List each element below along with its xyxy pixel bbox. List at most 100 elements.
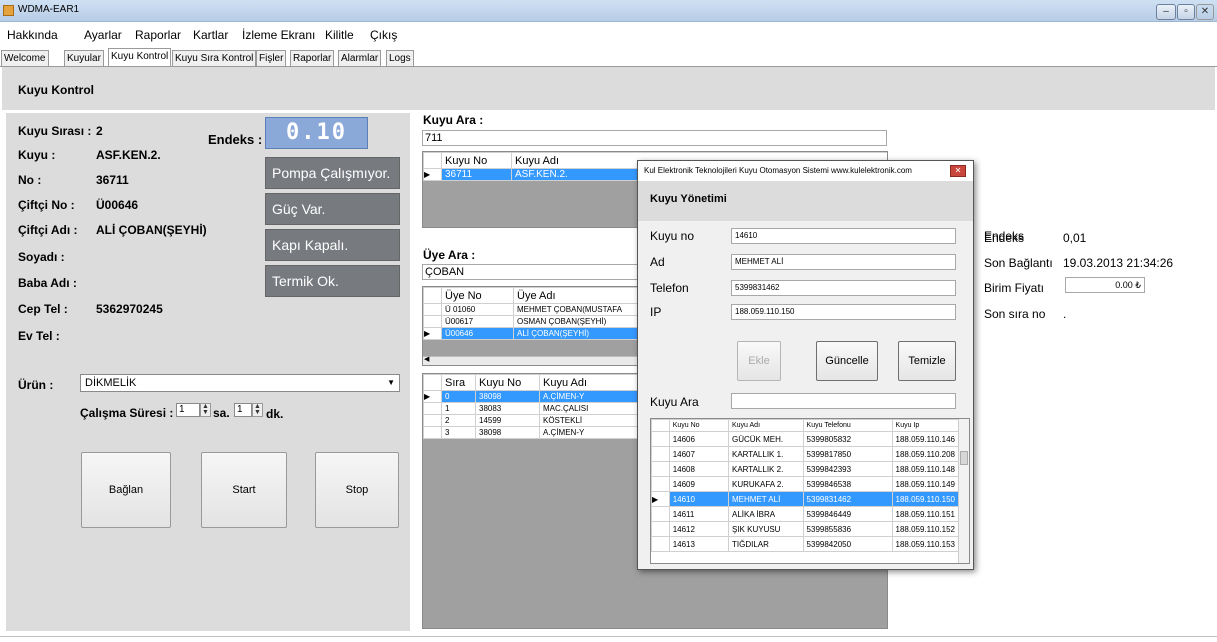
pompa-status: Pompa Çalışmıyor. (265, 157, 400, 189)
row-selector (651, 521, 670, 537)
menu-raporlar[interactable]: Raporlar (135, 28, 181, 42)
close-icon[interactable]: ✕ (950, 165, 966, 177)
cell: MEHMET ÇOBAN(MUSTAFA (513, 303, 641, 316)
col-sira[interactable]: Sıra (441, 374, 476, 391)
cell: 0 (441, 390, 476, 403)
page-header (2, 67, 1215, 110)
kuyu-info-panel (6, 113, 410, 631)
cell: 5399855836 (802, 521, 893, 537)
cell: 14612 (668, 521, 730, 537)
saat-spinner[interactable]: ▲ ▼ (200, 403, 211, 417)
telefon-input[interactable]: 5399831462 (731, 280, 956, 296)
dialog-kuyu-ara-input[interactable] (731, 393, 956, 409)
col-kuyu-no[interactable]: Kuyu No (475, 374, 540, 391)
table-row[interactable]: Ü 01060 MEHMET ÇOBAN(MUSTAFA (423, 303, 641, 316)
ad-input[interactable]: MEHMET ALİ (731, 254, 956, 270)
col-uye-no[interactable]: Üye No (441, 287, 514, 304)
table-row[interactable]: ▶ 14610 MEHMET ALİ 5399831462 188.059.110.15… (651, 491, 960, 507)
dakika-spinner[interactable]: ▲ ▼ (252, 403, 263, 417)
table-row[interactable]: Ü00617 OSMAN ÇOBAN(ŞEYHİ) (423, 315, 641, 328)
cell: ALİKA İBRA (728, 506, 804, 522)
menu-bar: Hakkında Ayarlar Raporlar Kartlar İzleme… (0, 28, 1217, 44)
scrollbar-thumb[interactable] (960, 451, 968, 465)
kuyu-ara-label: Kuyu Ara : (423, 113, 484, 127)
uye-ara-input[interactable]: ÇOBAN (422, 264, 642, 280)
menu-kilitle[interactable]: Kilitle (325, 28, 354, 42)
ekle-button[interactable]: Ekle (737, 341, 781, 381)
urun-label: Ürün : (18, 378, 54, 392)
row-selector (423, 402, 442, 415)
son-baglanti-label: Son Bağlantı (984, 256, 1053, 270)
table-row[interactable]: ▶ Ü00646 ALİ ÇOBAN(ŞEYHİ) (423, 327, 641, 340)
table-row[interactable]: 14611 ALİKA İBRA 5399846449 188.059.110.151 (651, 506, 960, 522)
col-kuyu-adi[interactable]: Kuyu Adı (728, 419, 804, 432)
table-row[interactable]: 14612 ŞIK KUYUSU 5399855836 188.059.110.152 (651, 521, 960, 537)
chevron-down-icon[interactable]: ▼ (387, 375, 395, 391)
table-row[interactable]: 14606 GÜCÜK MEH. 5399805832 188.059.110.146 (651, 431, 960, 447)
vertical-scrollbar[interactable] (958, 419, 969, 563)
close-icon[interactable]: ✕ (1196, 4, 1214, 20)
table-row[interactable]: 14613 TIĞDILAR 5399842050 188.059.110.153 (651, 536, 960, 552)
col-kuyu-no[interactable]: Kuyu No (441, 152, 512, 169)
minimize-icon[interactable]: – (1156, 4, 1176, 20)
ciftci-no-value: Ü00646 (96, 198, 139, 212)
menu-izleme-ekrani[interactable]: İzleme Ekranı (242, 28, 315, 42)
birim-fiyati-input[interactable]: 0.00 ₺ (1065, 277, 1145, 293)
cell: 5399842050 (802, 536, 893, 552)
tab-kuyu-kontrol[interactable]: Kuyu Kontrol (108, 48, 172, 67)
menu-ayarlar[interactable]: Ayarlar (84, 28, 122, 42)
cell: 2 (441, 414, 476, 427)
tab-kuyu-sira-kontrol[interactable]: Kuyu Sıra Kontrol (172, 50, 257, 67)
cell: 5399831462 (802, 491, 893, 507)
guncelle-button[interactable]: Güncelle (816, 341, 878, 381)
col-kuyu-telefonu[interactable]: Kuyu Telefonu (802, 419, 893, 432)
cell: 5399805832 (802, 431, 893, 447)
table-row[interactable]: 14608 KARTALLIK 2. 5399842393 188.059.110.1… (651, 461, 960, 477)
cell: KURUKAFA 2. (728, 476, 804, 492)
dialog-kuyu-grid: Kuyu No Kuyu Adı Kuyu Telefonu Kuyu Ip 1… (650, 418, 970, 564)
temizle-button[interactable]: Temizle (898, 341, 956, 381)
tab-kuyular[interactable]: Kuyular (64, 50, 104, 67)
kuyu-sirasi-label: Kuyu Sırası : (18, 124, 92, 138)
stop-button[interactable]: Stop (315, 452, 399, 528)
ip-input[interactable]: 188.059.110.150 (731, 304, 956, 320)
kuyu-sirasi-value: 2 (96, 124, 103, 138)
dakika-input[interactable]: 1 (234, 403, 252, 417)
menu-kartlar[interactable]: Kartlar (193, 28, 228, 42)
urun-select[interactable]: DİKMELİK ▼ (80, 374, 400, 392)
col-kuyu-no[interactable]: Kuyu No (668, 419, 730, 432)
tab-alarmlar[interactable]: Alarmlar (338, 50, 382, 67)
horizontal-scrollbar[interactable]: ◀ (423, 356, 641, 365)
no-value: 36711 (96, 173, 129, 187)
start-button[interactable]: Start (201, 452, 287, 528)
endeks-value-right: 0,01 (1063, 231, 1087, 245)
baglan-button[interactable]: Bağlan (81, 452, 171, 528)
maximize-icon[interactable]: ▫ (1177, 4, 1195, 20)
table-row[interactable]: 14609 KURUKAFA 2. 5399846538 188.059.110.14… (651, 476, 960, 492)
kuyu-ara-input[interactable]: 711 (422, 130, 887, 146)
tab-fisler[interactable]: Fişler (256, 50, 287, 67)
kuyu-yonetimi-dialog: Kul Elektronik Teknolojileri Kuyu Otomas… (637, 160, 1024, 570)
col-uye-adi[interactable]: Üye Adı (513, 287, 641, 304)
guc-status: Güç Var. (265, 193, 400, 225)
cell: 5399846449 (802, 506, 893, 522)
row-selector (423, 414, 442, 427)
menu-hakkinda[interactable]: Hakkında (7, 28, 58, 42)
tab-logs[interactable]: Logs (386, 50, 414, 67)
table-row[interactable]: 14607 KARTALLIK 1. 5399817850 188.059.110.2… (651, 446, 960, 462)
menu-cikis[interactable]: Çıkış (370, 28, 397, 42)
kuyu-no-input[interactable]: 14610 (731, 228, 956, 244)
scroll-left-icon[interactable]: ◀ (424, 355, 429, 363)
tab-welcome[interactable]: Welcome (1, 50, 49, 67)
cell: 5399817850 (802, 446, 893, 462)
cell: 188.059.110.208 (891, 446, 960, 462)
cell: 38098 (475, 390, 540, 403)
cell: 38098 (475, 426, 540, 439)
saat-input[interactable]: 1 (176, 403, 200, 417)
cell: KARTALLIK 1. (728, 446, 804, 462)
uye-ara-label: Üye Ara : (423, 248, 476, 262)
col-kuyu-ip[interactable]: Kuyu Ip (891, 419, 960, 432)
cell: 188.059.110.152 (891, 521, 960, 537)
bottom-divider (0, 636, 1217, 637)
tab-raporlar[interactable]: Raporlar (290, 50, 335, 67)
